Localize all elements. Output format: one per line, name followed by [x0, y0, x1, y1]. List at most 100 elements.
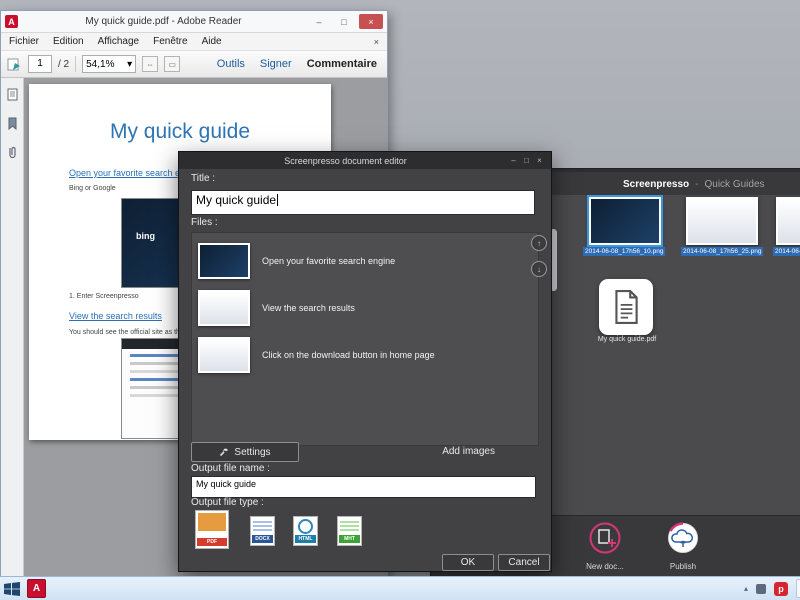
- output-type-mht[interactable]: MHT: [337, 516, 362, 546]
- adobe-menubar: Fichier Edition Affichage Fenêtre Aide ×: [1, 33, 387, 51]
- screenpresso-tray-icon[interactable]: p: [774, 581, 788, 596]
- chevron-down-icon[interactable]: ▾: [127, 59, 132, 70]
- files-label: Files :: [191, 217, 218, 228]
- capture-filename-1: 2014-06-08_17h56_10.png: [583, 247, 666, 256]
- file-thumbnail: [198, 243, 250, 279]
- workspace-name[interactable]: Quick Guides: [705, 179, 765, 190]
- document-close-icon[interactable]: ×: [374, 37, 379, 47]
- paperclip-icon[interactable]: [6, 146, 19, 159]
- adobe-reader-icon: A: [5, 15, 18, 28]
- show-hidden-icons-chevron[interactable]: ▴: [744, 584, 748, 593]
- zoom-input[interactable]: 54,1% ▾: [82, 55, 137, 73]
- output-name-label: Output file name :: [191, 463, 270, 474]
- adobe-reader-taskbar-icon[interactable]: A: [27, 579, 46, 598]
- ok-button[interactable]: OK: [442, 554, 494, 571]
- output-name-input[interactable]: My quick guide: [191, 476, 536, 498]
- dialog-content: Title : My quick guide Files : Open your…: [179, 169, 551, 571]
- pdf-title-text: My quick guide: [109, 120, 251, 143]
- output-type-pdf[interactable]: PDF: [195, 510, 229, 549]
- document-editor-dialog: Screenpresso document editor – □ × Title…: [178, 151, 552, 572]
- move-up-icon[interactable]: ↑: [531, 235, 547, 251]
- title-input-value: My quick guide: [196, 193, 277, 207]
- settings-button[interactable]: Settings: [191, 442, 299, 462]
- file-caption: Click on the download button in home pag…: [262, 350, 435, 360]
- cancel-button[interactable]: Cancel: [498, 554, 550, 571]
- menu-edition[interactable]: Edition: [53, 36, 84, 47]
- toolbar-divider: [75, 56, 77, 72]
- title-label: Title :: [191, 173, 216, 184]
- page-thumbnails-icon[interactable]: [6, 88, 19, 101]
- minimize-icon[interactable]: –: [309, 14, 329, 29]
- page-total-label: / 2: [58, 58, 70, 70]
- output-name-value: My quick guide: [196, 479, 257, 489]
- output-type-docx[interactable]: DOCX: [250, 516, 275, 546]
- file-caption: View the search results: [262, 303, 355, 313]
- html-type-icon: [298, 519, 313, 534]
- maximize-icon[interactable]: □: [334, 14, 354, 29]
- tab-outils[interactable]: Outils: [217, 58, 245, 70]
- output-type-label: Output file type :: [191, 497, 264, 508]
- close-icon[interactable]: ×: [533, 156, 546, 165]
- html-type-label: HTML: [295, 535, 316, 543]
- fit-page-icon[interactable]: ▭: [164, 56, 181, 72]
- mht-type-icon: [340, 519, 359, 532]
- tray-icon[interactable]: [756, 583, 766, 594]
- page-number-input[interactable]: 1: [28, 55, 52, 73]
- file-item[interactable]: Open your favorite search engine: [198, 239, 532, 283]
- mht-type-label: MHT: [339, 535, 360, 543]
- menu-aide[interactable]: Aide: [202, 36, 222, 47]
- pdf-link-results[interactable]: View the search results: [69, 311, 162, 321]
- dialog-titlebar: Screenpresso document editor – □ ×: [179, 152, 551, 169]
- ok-label: OK: [460, 557, 476, 568]
- file-item[interactable]: View the search results: [198, 286, 532, 330]
- file-item[interactable]: Click on the download button in home pag…: [198, 333, 532, 377]
- new-doc-icon: [589, 522, 621, 554]
- title-input[interactable]: My quick guide: [191, 190, 535, 215]
- adobe-window-title: My quick guide.pdf - Adobe Reader: [85, 16, 242, 27]
- fit-width-icon[interactable]: ⇔: [142, 56, 159, 72]
- file-thumbnail: [198, 290, 250, 326]
- file-thumbnail: [198, 337, 250, 373]
- output-type-html[interactable]: HTML: [293, 516, 318, 546]
- settings-label: Settings: [234, 446, 271, 458]
- tab-commentaire[interactable]: Commentaire: [307, 58, 377, 70]
- pdf-type-label: PDF: [197, 538, 227, 546]
- capture-thumbnail-1[interactable]: [589, 197, 661, 245]
- minimize-icon[interactable]: –: [507, 156, 520, 165]
- adobe-toolbar: 1 / 2 54,1% ▾ ⇔ ▭ Outils Signer Commenta…: [1, 51, 387, 78]
- capture-filename-2: 2014-06-08_17h56_25.png: [681, 247, 764, 256]
- open-file-icon[interactable]: [7, 57, 22, 72]
- system-tray: ▴ p: [744, 579, 800, 598]
- menu-fenetre[interactable]: Fenêtre: [153, 36, 187, 47]
- new-doc-button[interactable]: New doc...: [571, 521, 639, 571]
- new-doc-label: New doc...: [586, 562, 624, 571]
- reorder-controls: ↑ ↓: [531, 235, 547, 277]
- document-icon: [615, 290, 638, 324]
- tab-signer[interactable]: Signer: [260, 58, 292, 70]
- maximize-icon[interactable]: □: [520, 156, 533, 165]
- capture-thumbnail-2[interactable]: [686, 197, 758, 245]
- close-icon[interactable]: ×: [359, 14, 383, 29]
- generated-pdf-file[interactable]: [599, 279, 653, 335]
- workspace-breadcrumb: Screenpresso - Quick Guides: [623, 179, 765, 190]
- publish-label: Publish: [669, 562, 697, 571]
- menu-fichier[interactable]: Fichier: [9, 36, 39, 47]
- move-down-icon[interactable]: ↓: [531, 261, 547, 277]
- zoom-value: 54,1%: [86, 58, 115, 70]
- bookmark-icon[interactable]: [6, 117, 19, 130]
- capture-thumbnail-3[interactable]: [776, 197, 800, 245]
- add-images-link[interactable]: Add images: [442, 446, 495, 457]
- adobe-sidebar: [1, 78, 24, 578]
- publish-cloud-icon: [668, 522, 698, 553]
- pdf-caption-bing: Bing or Google: [69, 185, 116, 192]
- wrench-icon: [220, 448, 229, 457]
- files-list: Open your favorite search engine View th…: [191, 232, 539, 446]
- start-button-icon[interactable]: [4, 581, 20, 596]
- publish-button[interactable]: Publish: [649, 521, 717, 571]
- breadcrumb-separator: -: [695, 179, 699, 190]
- text-caret: [277, 194, 279, 206]
- tray-partial-icon[interactable]: [796, 579, 800, 598]
- cancel-label: Cancel: [508, 557, 540, 568]
- docx-type-icon: [253, 519, 272, 532]
- menu-affichage[interactable]: Affichage: [98, 36, 140, 47]
